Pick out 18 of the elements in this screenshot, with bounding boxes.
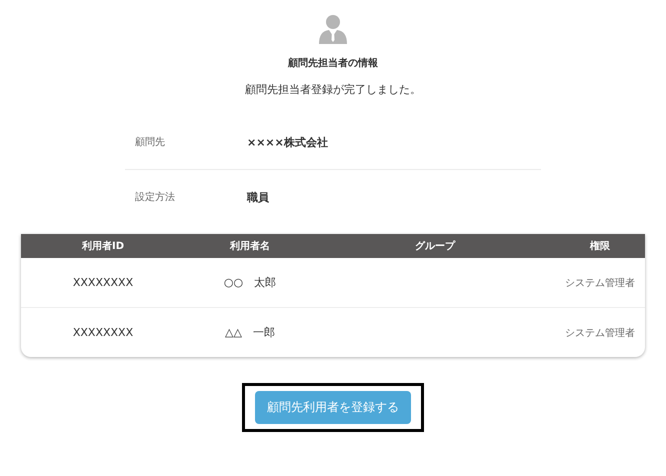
column-header: 利用者ID [80,240,126,253]
table-cell: XXXXXXXX [72,276,134,289]
table-cell-text: システム管理者 [565,326,635,340]
field-value: 職員 [247,190,269,204]
table-cell: △△ 一郎 [225,325,275,340]
column-header: グループ [414,239,456,253]
table-cell: ○○ 太郎 [224,275,276,290]
section-title: 顧問先担当者の情報 [288,56,378,70]
table-cell: XXXXXXXX [72,326,134,339]
completion-message: 顧問先担当者登録が完了しました。 [245,82,421,97]
field-label: 設定方法 [134,190,176,204]
table-cell-text: システム管理者 [565,276,635,290]
register-button[interactable]: 顧問先利用者を登録する [255,391,411,424]
person-icon [318,14,348,44]
column-header: 利用者名 [228,240,271,253]
field-label: 顧問先 [134,136,166,149]
column-header: 権限 [588,240,611,253]
field-value: ××××株式会社 [247,134,328,150]
